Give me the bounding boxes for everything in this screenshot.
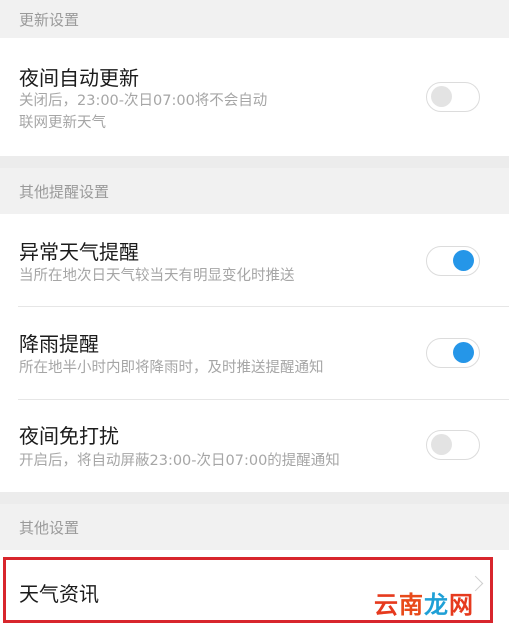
night-dnd-toggle[interactable]: [426, 430, 480, 460]
update-settings-card: 夜间自动更新 关闭后，23:00-次日07:00将不会自动 联网更新天气: [0, 38, 509, 156]
section-header-update: 更新设置: [0, 0, 509, 38]
night-auto-update-toggle[interactable]: [426, 82, 480, 112]
toggle-knob: [431, 434, 452, 455]
abnormal-weather-toggle[interactable]: [426, 246, 480, 276]
section-header-other-settings: 其他设置: [0, 504, 509, 550]
night-dnd-row[interactable]: 夜间免打扰 开启后，将自动屏蔽23:00-次日07:00的提醒通知: [0, 400, 509, 492]
reminder-settings-card: 异常天气提醒 当所在地次日天气较当天有明显变化时推送 降雨提醒 所在地半小时内即…: [0, 214, 509, 492]
night-auto-update-title: 夜间自动更新: [19, 66, 139, 90]
toggle-knob: [453, 342, 474, 363]
night-dnd-title: 夜间免打扰: [19, 424, 119, 448]
watermark-logo: 云南龙网: [374, 591, 474, 619]
toggle-knob: [431, 86, 452, 107]
night-auto-update-row[interactable]: 夜间自动更新 关闭后，23:00-次日07:00将不会自动 联网更新天气: [0, 38, 509, 156]
rain-reminder-description: 所在地半小时内即将降雨时，及时推送提醒通知: [19, 360, 324, 376]
rain-reminder-toggle[interactable]: [426, 338, 480, 368]
rain-reminder-row[interactable]: 降雨提醒 所在地半小时内即将降雨时，及时推送提醒通知: [0, 307, 509, 399]
abnormal-weather-row[interactable]: 异常天气提醒 当所在地次日天气较当天有明显变化时推送: [0, 214, 509, 305]
night-dnd-description: 开启后，将自动屏蔽23:00-次日07:00的提醒通知: [19, 453, 340, 469]
rain-reminder-title: 降雨提醒: [19, 332, 99, 356]
section-header-other-reminders: 其他提醒设置: [0, 168, 509, 214]
abnormal-weather-description: 当所在地次日天气较当天有明显变化时推送: [19, 268, 295, 284]
night-auto-update-description: 关闭后，23:00-次日07:00将不会自动 联网更新天气: [19, 93, 268, 131]
toggle-knob: [453, 250, 474, 271]
abnormal-weather-title: 异常天气提醒: [19, 240, 139, 264]
